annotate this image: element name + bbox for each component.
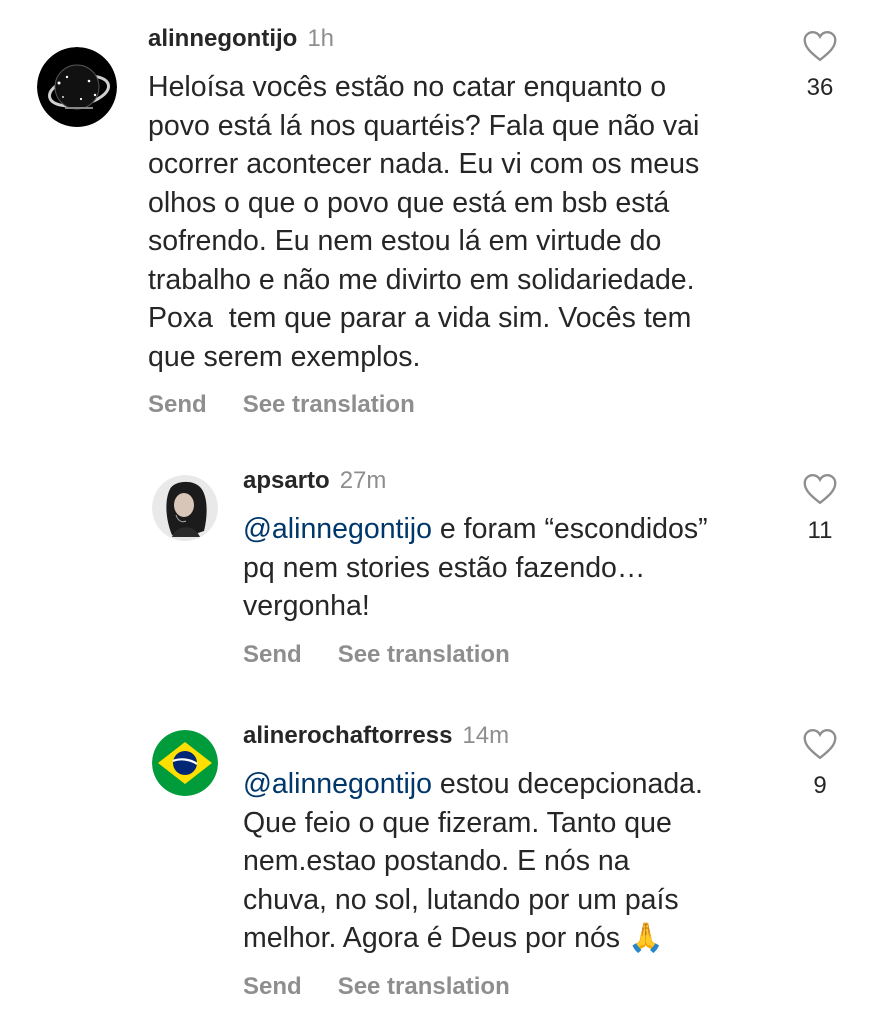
heart-icon[interactable] [802, 473, 838, 505]
username-link[interactable]: alinerochaftorress [243, 722, 452, 749]
brazil-flag-icon [152, 730, 218, 796]
see-translation-button[interactable]: See translation [243, 390, 415, 420]
see-translation-button[interactable]: See translation [338, 640, 510, 670]
night-globe-icon [37, 47, 117, 127]
comment-meta: alinerochaftorress 14m [243, 721, 793, 751]
like-count: 36 [806, 74, 834, 101]
timestamp: 27m [339, 467, 387, 494]
comment-actions: Send See translation [243, 640, 793, 670]
send-button[interactable]: Send [243, 972, 302, 1002]
like-count: 9 [813, 772, 827, 799]
comment-actions: Send See translation [148, 390, 788, 420]
send-button[interactable]: Send [148, 390, 207, 420]
night-globe-avatar[interactable] [37, 47, 117, 127]
timestamp: 14m [462, 722, 510, 749]
mention-link[interactable]: @alinnegontijo [243, 768, 432, 800]
woman-portrait-avatar[interactable] [152, 475, 218, 541]
comment-meta: alinnegontijo 1h [148, 24, 788, 54]
send-button[interactable]: Send [243, 640, 302, 670]
username-link[interactable]: alinnegontijo [148, 25, 297, 52]
mention-link[interactable]: @alinnegontijo [243, 513, 432, 545]
comment-body: Heloísa vocês estão no catar enquanto o … [148, 71, 700, 373]
heart-icon[interactable] [802, 30, 838, 62]
username-link[interactable]: apsarto [243, 467, 330, 494]
brazil-flag-avatar[interactable] [152, 730, 218, 796]
comment-text: Heloísa vocês estão no catar enquanto o … [148, 68, 788, 376]
comment-meta: apsarto 27m [243, 466, 793, 496]
comment-text: @alinnegontijo e foram “escondidos” pq n… [243, 510, 793, 626]
like-count: 11 [807, 517, 833, 544]
see-translation-button[interactable]: See translation [338, 972, 510, 1002]
comment-text: @alinnegontijo estou decepcionada. Que f… [243, 765, 793, 958]
comment-actions: Send See translation [243, 972, 793, 1002]
timestamp: 1h [307, 25, 335, 52]
heart-icon[interactable] [802, 728, 838, 760]
woman-portrait-icon [152, 475, 218, 541]
